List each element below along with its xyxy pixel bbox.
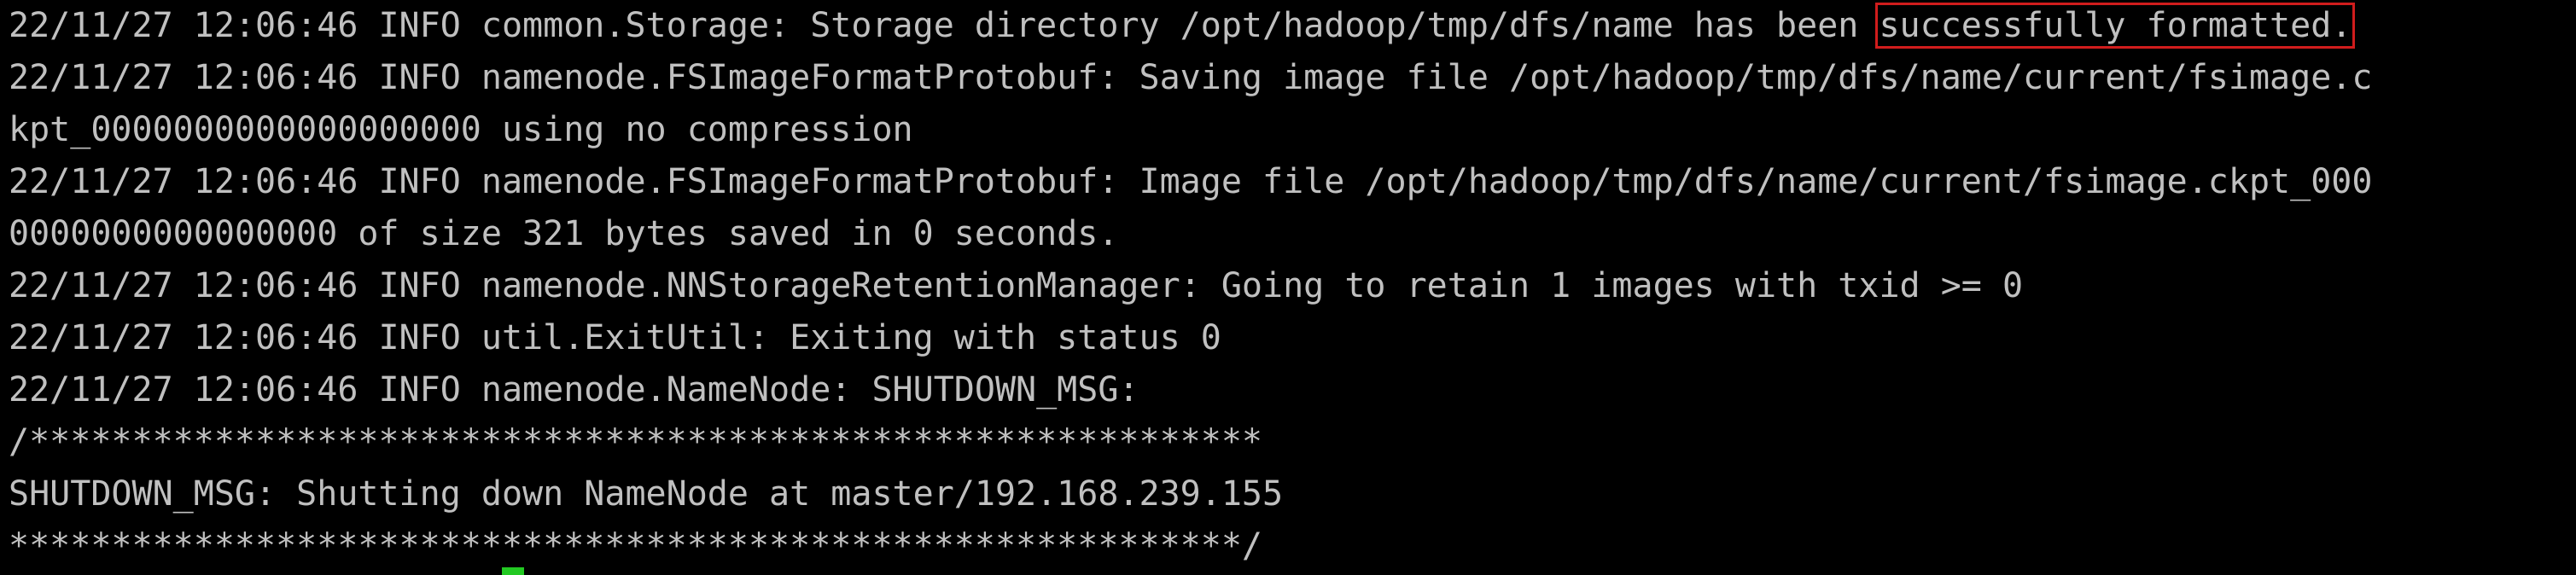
log-line-saving-image: 22/11/27 12:06:46 INFO namenode.FSImageF…	[9, 58, 2373, 97]
terminal-output[interactable]: 22/11/27 12:06:46 INFO common.Storage: S…	[0, 0, 2576, 575]
success-highlight-box: successfully formatted.	[1875, 3, 2356, 49]
log-line-image-saved-wrap: 0000000000000000 of size 321 bytes saved…	[9, 214, 1119, 253]
log-line-storage-formatted: 22/11/27 12:06:46 INFO common.Storage: S…	[9, 0, 2576, 52]
terminal-cursor	[502, 567, 524, 575]
log-line-retention: 22/11/27 12:06:46 INFO namenode.NNStorag…	[9, 266, 2024, 305]
log-line-separator-bottom: ****************************************…	[9, 526, 1263, 566]
log-line-shutdown-message: SHUTDOWN_MSG: Shutting down NameNode at …	[9, 474, 1284, 514]
log-line-image-saved: 22/11/27 12:06:46 INFO namenode.FSImageF…	[9, 162, 2373, 201]
log-line-text: 22/11/27 12:06:46 INFO common.Storage: S…	[9, 6, 1880, 45]
log-line-separator-top: /***************************************…	[9, 422, 1263, 462]
log-line-exit-status: 22/11/27 12:06:46 INFO util.ExitUtil: Ex…	[9, 318, 1221, 357]
log-line-shutdown-header: 22/11/27 12:06:46 INFO namenode.NameNode…	[9, 370, 1139, 409]
log-line-saving-image-wrap: kpt_0000000000000000000 using no compres…	[9, 110, 913, 149]
